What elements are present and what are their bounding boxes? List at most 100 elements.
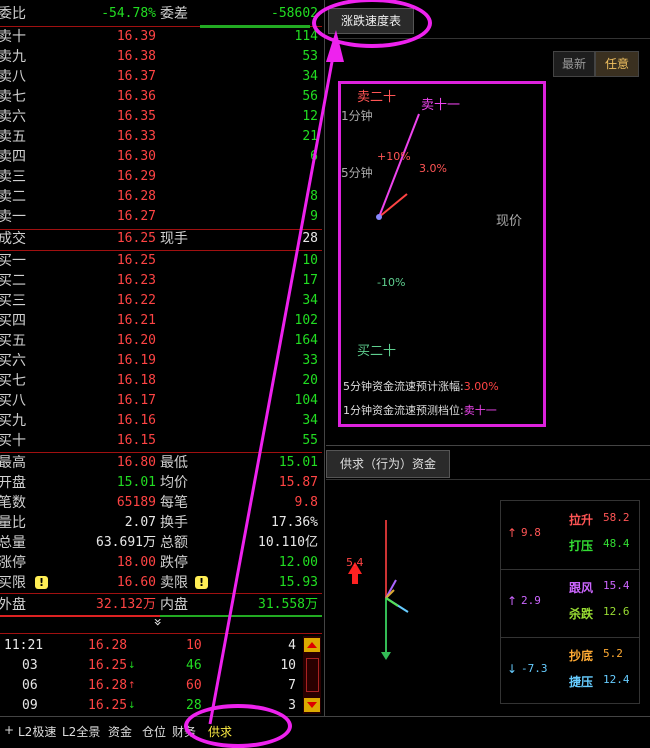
level-volume: 102: [294, 313, 318, 328]
level-volume: 20: [302, 373, 318, 388]
stats-row: 笔数 65189 每笔 9.8: [0, 493, 322, 513]
level-price: 16.39: [116, 29, 156, 44]
supply-arrow-value: 5.4: [346, 556, 364, 569]
stat-label: 涨停: [0, 555, 26, 571]
scroll-down-icon[interactable]: [304, 698, 320, 712]
stat-label: 跌停: [160, 555, 188, 571]
stat-value: 15.01: [116, 475, 156, 490]
supply-group: ↑ 2.9 跟风 15.4 杀跌 12.6: [501, 569, 639, 635]
stat-value: 17.36%: [271, 515, 318, 530]
order-level-row: 卖三 16.29: [0, 167, 322, 187]
tick-count: 10: [280, 658, 296, 673]
stat-label: 笔数: [0, 495, 26, 511]
inner-label: 内盘: [160, 597, 188, 613]
annotation-ellipse-bottom: [184, 704, 292, 748]
outer-inner-row: 外盘 32.132万 内盘 31.558万: [0, 595, 322, 615]
bottom-tab[interactable]: L2全景: [62, 723, 100, 740]
expand-icon[interactable]: »: [149, 618, 165, 627]
stat-value: 65189: [116, 495, 156, 510]
scroll-up-icon[interactable]: [304, 638, 320, 652]
supply-item-name: 杀跌: [569, 607, 594, 621]
tab-supply-demand[interactable]: 供求（行为）资金: [326, 450, 450, 478]
level-label: 卖三: [0, 169, 26, 185]
order-book-panel: 委比 -54.78% 委差 -58602 卖十 16.39 114 卖九 16.38 53…: [0, 0, 323, 716]
tick-volume: 10: [186, 638, 202, 653]
supply-gauge: [348, 520, 409, 660]
stat-label: 总额: [160, 535, 188, 551]
level-price: 16.25: [116, 253, 156, 268]
bottom-tab[interactable]: 仓位: [142, 723, 166, 740]
hand-label: 现手: [160, 231, 188, 247]
level-label: 买七: [0, 373, 26, 389]
level-price: 16.16: [116, 413, 156, 428]
bottom-tab[interactable]: +: [4, 723, 14, 737]
mode-any-button[interactable]: 任意: [595, 51, 639, 77]
alert-icon[interactable]: !: [35, 576, 48, 589]
level-label: 卖四: [0, 149, 26, 165]
supply-item-name: 打压: [569, 539, 594, 553]
bottom-tab-bar: + L2极速 L2全景 资金 仓位 财务 供求: [0, 717, 650, 745]
level-volume: 53: [302, 49, 318, 64]
level-price: 16.27: [116, 209, 156, 224]
bottom-tab[interactable]: L2极速: [18, 723, 56, 740]
outer-bar-red: [0, 615, 160, 617]
supply-item-value: 5.2: [603, 647, 623, 660]
order-level-row: 买八 16.17 104: [0, 391, 322, 411]
level-price: 16.17: [116, 393, 156, 408]
level-price: 16.36: [116, 89, 156, 104]
stat-value: 9.8: [294, 495, 318, 510]
supply-item-value: 48.4: [603, 537, 630, 550]
tick-price: 16.28: [88, 638, 128, 653]
level-volume: 55: [302, 433, 318, 448]
level-label: 卖六: [0, 109, 26, 125]
gauge-pivot: [376, 214, 382, 220]
level-label: 买五: [0, 333, 26, 349]
level-volume: 17: [302, 273, 318, 288]
tick-arrow-icon: ↑: [128, 681, 136, 691]
stat-label: 最高: [0, 455, 26, 471]
order-level-row: 买七 16.18 20: [0, 371, 322, 391]
deal-row: 成交 16.25 现手 28: [0, 229, 322, 249]
stat-label: 开盘: [0, 475, 26, 491]
group-arrow-icon: ↑: [507, 594, 518, 608]
level-volume: 33: [302, 353, 318, 368]
label-1min: 1分钟: [341, 109, 373, 123]
level-label: 卖五: [0, 129, 26, 145]
level-volume: 34: [302, 413, 318, 428]
level-volume: 56: [302, 89, 318, 104]
outer-label: 外盘: [0, 597, 26, 613]
tick-scrollbar[interactable]: [303, 636, 321, 714]
inner-value: 31.558万: [258, 597, 318, 612]
annotation-ellipse-top: [312, 0, 432, 48]
stat-label: 均价: [160, 475, 188, 491]
scroll-thumb[interactable]: [306, 658, 319, 692]
order-level-row: 卖一 16.27 9: [0, 207, 322, 227]
tick-volume: 60: [186, 678, 202, 693]
label-current: 现价: [496, 214, 523, 229]
level-price: 16.20: [116, 333, 156, 348]
separator: [0, 593, 322, 594]
stat-value: 15.87: [278, 475, 318, 490]
bottom-tab[interactable]: 资金: [108, 723, 132, 740]
alert-icon[interactable]: !: [195, 576, 208, 589]
level-volume: 12: [302, 109, 318, 124]
level-label: 卖九: [0, 49, 26, 65]
supply-group: ↓ -7.3 抄底 5.2 捷压 12.4: [501, 637, 639, 703]
order-level-row: 卖五 16.33 21: [0, 127, 322, 147]
supply-item-value: 12.6: [603, 605, 630, 618]
speed-gauge-box: 卖二十 卖十一 1分钟 +10% 3.0% 5分钟 现价 -10% 买二十 5分…: [338, 81, 546, 427]
order-level-row: 买四 16.21 102: [0, 311, 322, 331]
group-value: 2.9: [521, 594, 541, 607]
forecast-line-1: 5分钟资金流速预计涨幅:3.00%: [343, 380, 499, 393]
label-buy20: 买二十: [357, 344, 397, 359]
order-level-row: 买六 16.19 33: [0, 351, 322, 371]
mode-latest-button[interactable]: 最新: [553, 51, 595, 77]
commission-diff-value: -58602: [271, 6, 318, 21]
level-price: 16.28: [116, 189, 156, 204]
level-price: 16.22: [116, 293, 156, 308]
group-arrow-icon: ↓: [507, 662, 518, 676]
commission-ratio-label: 委比: [0, 6, 26, 22]
level-price: 16.18: [116, 373, 156, 388]
tick-price: 16.25: [88, 698, 128, 713]
stats-row: 涨停 18.00 跌停 12.00: [0, 553, 322, 573]
